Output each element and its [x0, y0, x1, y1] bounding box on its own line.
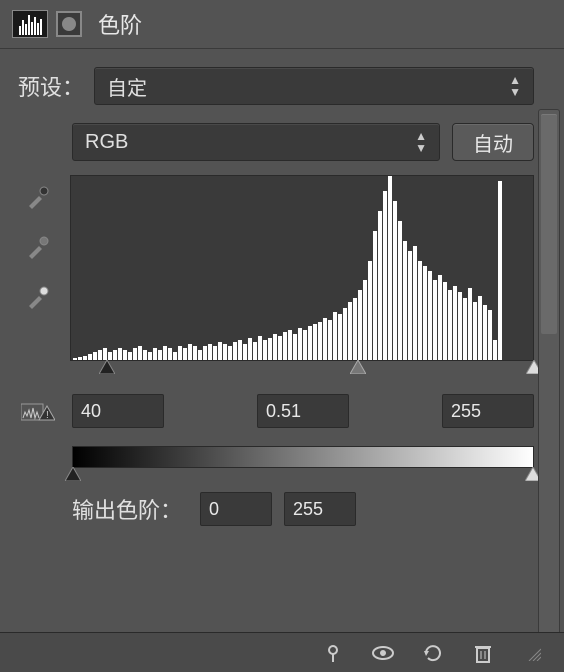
midtone-slider-handle[interactable] [350, 360, 366, 374]
output-shadow-input[interactable] [200, 492, 272, 526]
channel-row: RGB ▲▼ 自动 [72, 123, 534, 161]
channel-dropdown[interactable]: RGB ▲▼ [72, 123, 440, 161]
chevron-updown-icon: ▲▼ [509, 74, 521, 98]
channel-value: RGB [85, 131, 128, 154]
scrollbar[interactable] [538, 109, 560, 669]
svg-text:!: ! [46, 410, 49, 421]
midtone-input[interactable] [257, 394, 349, 428]
bottom-toolbar [0, 632, 564, 672]
black-eyedropper-icon[interactable] [22, 181, 54, 213]
panel-header: 色阶 [0, 0, 564, 49]
preset-value: 自定 [107, 72, 147, 101]
output-label: 输出色阶： [72, 493, 182, 525]
highlight-input[interactable] [442, 394, 534, 428]
output-gradient [72, 446, 534, 468]
corner-icon [520, 640, 546, 666]
preset-row: 预设： 自定 ▲▼ [18, 67, 534, 105]
clip-warning-icon[interactable]: ! [18, 398, 58, 424]
shadow-input[interactable] [72, 394, 164, 428]
gray-eyedropper-icon[interactable] [22, 231, 54, 263]
reset-icon[interactable] [420, 640, 446, 666]
trash-icon[interactable] [470, 640, 496, 666]
chevron-updown-icon: ▲▼ [415, 130, 427, 154]
output-highlight-input[interactable] [284, 492, 356, 526]
preset-dropdown[interactable]: 自定 ▲▼ [94, 67, 534, 105]
preset-label: 预设： [18, 70, 84, 102]
input-slider-track[interactable] [70, 360, 534, 374]
output-row: 输出色阶： [72, 492, 534, 526]
pin-icon[interactable] [320, 640, 346, 666]
eyedropper-tools [18, 175, 58, 374]
output-shadow-handle[interactable] [65, 467, 81, 481]
levels-icon [12, 10, 48, 38]
white-eyedropper-icon[interactable] [22, 281, 54, 313]
visibility-icon[interactable] [370, 640, 396, 666]
panel-title: 色阶 [98, 8, 142, 40]
auto-button[interactable]: 自动 [452, 123, 534, 161]
scrollbar-thumb[interactable] [541, 114, 557, 334]
mask-icon[interactable] [56, 11, 82, 37]
histogram [70, 175, 534, 361]
shadow-slider-handle[interactable] [99, 360, 115, 374]
